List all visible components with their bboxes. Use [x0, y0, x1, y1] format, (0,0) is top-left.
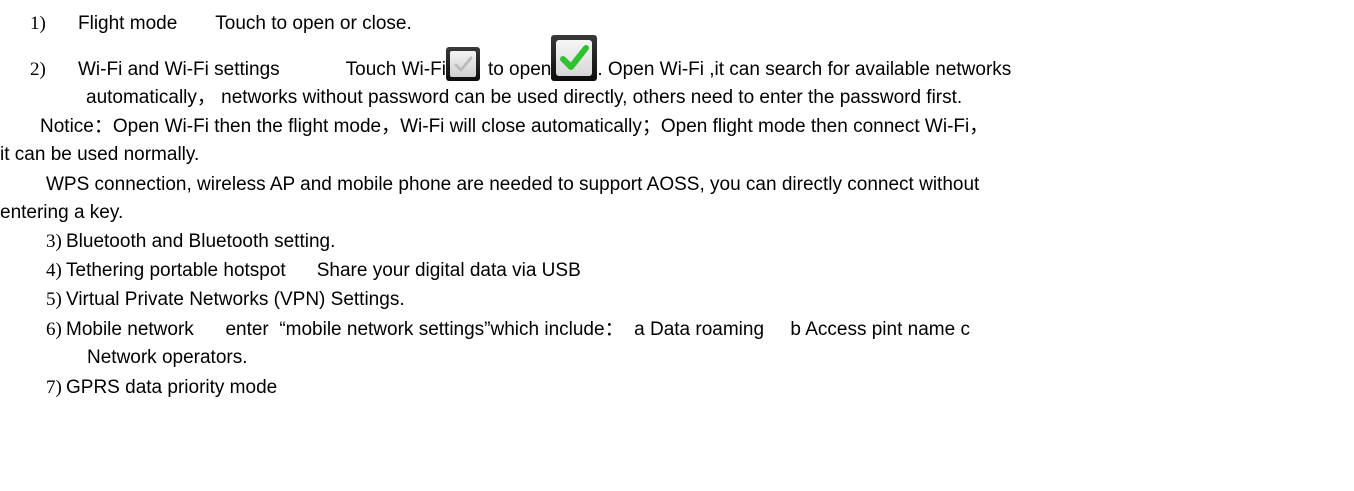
item-text: GPRS data priority mode — [66, 377, 278, 398]
item-number: 2) — [30, 59, 46, 80]
item-desc: Share your digital data via USB — [316, 260, 581, 281]
wifi-notice-line1: Notice：Open Wi-Fi then the flight mode，W… — [40, 116, 989, 137]
wifi-to-open-text: to open — [487, 59, 552, 80]
wifi-desc-continued: automatically， networks without password… — [86, 87, 963, 108]
wifi-touch-text: Touch Wi-Fi — [345, 59, 446, 80]
wps-line2: entering a key. — [0, 202, 124, 223]
item-number: 7) — [46, 377, 62, 398]
item-wifi: 2) Wi-Fi and Wi-Fi settings Touch Wi-Fi to … — [30, 35, 1012, 82]
item-vpn: 5) Virtual Private Networks (VPN) Setting… — [46, 288, 405, 312]
wifi-desc: . Open Wi-Fi ,it can search for availabl… — [597, 59, 1012, 80]
item-title: Flight mode — [78, 13, 178, 34]
item-number: 4) — [46, 260, 62, 281]
item-number: 5) — [46, 289, 62, 310]
item-text: Virtual Private Networks (VPN) Settings. — [66, 289, 405, 310]
item-title: Tethering portable hotspot — [66, 260, 286, 281]
item-tethering: 4) Tethering portable hotspot Share your d… — [46, 259, 581, 283]
item-mobile-network: 6) Mobile network enter “mobile network s… — [46, 318, 970, 342]
wps-line1: WPS connection, wireless AP and mobile p… — [46, 174, 980, 195]
item-title: Wi-Fi and Wi-Fi settings — [78, 59, 280, 80]
unchecked-checkbox-icon — [445, 47, 480, 81]
item-number: 3) — [46, 231, 62, 252]
mobile-network-continued: Network operators. — [87, 347, 248, 368]
item-number: 6) — [46, 319, 62, 340]
checked-checkbox-icon — [551, 35, 598, 81]
item-desc: Touch to open or close. — [215, 13, 412, 34]
item-text: Mobile network enter “mobile network set… — [66, 319, 970, 340]
item-bluetooth: 3) Bluetooth and Bluetooth setting. — [46, 230, 335, 254]
item-gprs: 7) GPRS data priority mode — [46, 376, 277, 400]
wifi-notice-line2: it can be used normally. — [0, 144, 200, 165]
item-flight-mode: 1) Flight mode Touch to open or close. — [30, 12, 412, 36]
item-text: Bluetooth and Bluetooth setting. — [66, 231, 336, 252]
item-number: 1) — [30, 13, 46, 34]
